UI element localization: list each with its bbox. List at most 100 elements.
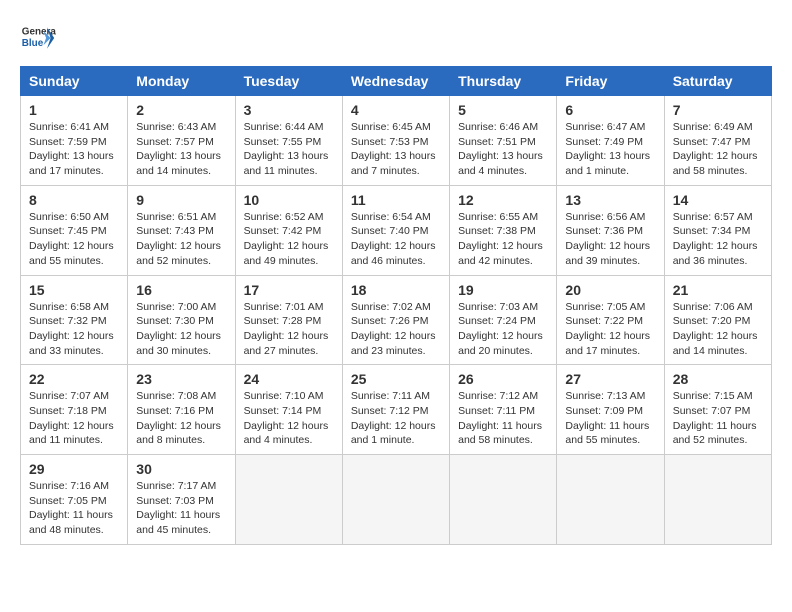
day-cell: 13Sunrise: 6:56 AM Sunset: 7:36 PM Dayli… <box>557 185 664 275</box>
day-cell: 17 Sunrise: 7:01 AM Sunset: 7:28 PM Dayli… <box>235 275 342 365</box>
day-number: 20 <box>565 282 655 298</box>
day-cell <box>664 455 771 545</box>
day-cell: 11 Sunrise: 6:54 AM Sunset: 7:40 PM Dayli… <box>342 185 449 275</box>
day-cell: 22 Sunrise: 7:07 AM Sunset: 7:18 PM Dayli… <box>21 365 128 455</box>
day-number: 16 <box>136 282 226 298</box>
week-row-3: 22 Sunrise: 7:07 AM Sunset: 7:18 PM Dayli… <box>21 365 772 455</box>
col-header-monday: Monday <box>128 67 235 96</box>
day-cell: 4 Sunrise: 6:45 AM Sunset: 7:53 PM Daylig… <box>342 96 449 186</box>
day-info: Sunrise: 7:02 AM Sunset: 7:26 PM Dayligh… <box>351 300 441 359</box>
day-cell: 12 Sunrise: 6:55 AM Sunset: 7:38 PM Dayli… <box>450 185 557 275</box>
day-info: Sunrise: 7:06 AM Sunset: 7:20 PM Dayligh… <box>673 300 763 359</box>
page-header: General Blue <box>20 20 772 56</box>
day-number: 26 <box>458 371 548 387</box>
day-number: 12 <box>458 192 548 208</box>
day-number: 7 <box>673 102 763 118</box>
day-info: Sunrise: 6:43 AM Sunset: 7:57 PM Dayligh… <box>136 120 226 179</box>
day-cell: 25 Sunrise: 7:11 AM Sunset: 7:12 PM Dayli… <box>342 365 449 455</box>
day-info: Sunrise: 7:15 AM Sunset: 7:07 PM Dayligh… <box>673 389 763 448</box>
day-info: Sunrise: 7:10 AM Sunset: 7:14 PM Dayligh… <box>244 389 334 448</box>
day-info: Sunrise: 7:00 AM Sunset: 7:30 PM Dayligh… <box>136 300 226 359</box>
day-cell: 5 Sunrise: 6:46 AM Sunset: 7:51 PM Daylig… <box>450 96 557 186</box>
day-info: Sunrise: 7:03 AM Sunset: 7:24 PM Dayligh… <box>458 300 548 359</box>
day-cell: 24Sunrise: 7:10 AM Sunset: 7:14 PM Dayli… <box>235 365 342 455</box>
calendar-table: SundayMondayTuesdayWednesdayThursdayFrid… <box>20 66 772 545</box>
day-info: Sunrise: 7:07 AM Sunset: 7:18 PM Dayligh… <box>29 389 119 448</box>
day-info: Sunrise: 6:45 AM Sunset: 7:53 PM Dayligh… <box>351 120 441 179</box>
day-number: 25 <box>351 371 441 387</box>
day-info: Sunrise: 7:05 AM Sunset: 7:22 PM Dayligh… <box>565 300 655 359</box>
day-number: 27 <box>565 371 655 387</box>
day-info: Sunrise: 7:17 AM Sunset: 7:03 PM Dayligh… <box>136 479 226 538</box>
day-number: 6 <box>565 102 655 118</box>
day-number: 19 <box>458 282 548 298</box>
day-info: Sunrise: 6:50 AM Sunset: 7:45 PM Dayligh… <box>29 210 119 269</box>
day-number: 1 <box>29 102 119 118</box>
day-cell: 16 Sunrise: 7:00 AM Sunset: 7:30 PM Dayli… <box>128 275 235 365</box>
day-info: Sunrise: 6:44 AM Sunset: 7:55 PM Dayligh… <box>244 120 334 179</box>
day-info: Sunrise: 6:56 AM Sunset: 7:36 PM Dayligh… <box>565 210 655 269</box>
day-info: Sunrise: 6:49 AM Sunset: 7:47 PM Dayligh… <box>673 120 763 179</box>
col-header-thursday: Thursday <box>450 67 557 96</box>
day-info: Sunrise: 6:55 AM Sunset: 7:38 PM Dayligh… <box>458 210 548 269</box>
day-cell: 2 Sunrise: 6:43 AM Sunset: 7:57 PM Daylig… <box>128 96 235 186</box>
svg-text:Blue: Blue <box>22 38 44 49</box>
day-info: Sunrise: 6:41 AM Sunset: 7:59 PM Dayligh… <box>29 120 119 179</box>
week-row-0: 1 Sunrise: 6:41 AM Sunset: 7:59 PM Daylig… <box>21 96 772 186</box>
logo-icon: General Blue <box>20 20 56 56</box>
day-number: 21 <box>673 282 763 298</box>
day-cell: 9 Sunrise: 6:51 AM Sunset: 7:43 PM Daylig… <box>128 185 235 275</box>
day-cell <box>450 455 557 545</box>
day-number: 9 <box>136 192 226 208</box>
day-cell: 18 Sunrise: 7:02 AM Sunset: 7:26 PM Dayli… <box>342 275 449 365</box>
day-info: Sunrise: 7:01 AM Sunset: 7:28 PM Dayligh… <box>244 300 334 359</box>
day-info: Sunrise: 7:16 AM Sunset: 7:05 PM Dayligh… <box>29 479 119 538</box>
day-cell: 10 Sunrise: 6:52 AM Sunset: 7:42 PM Dayli… <box>235 185 342 275</box>
day-number: 17 <box>244 282 334 298</box>
day-info: Sunrise: 6:51 AM Sunset: 7:43 PM Dayligh… <box>136 210 226 269</box>
day-cell: 6 Sunrise: 6:47 AM Sunset: 7:49 PM Daylig… <box>557 96 664 186</box>
day-info: Sunrise: 6:46 AM Sunset: 7:51 PM Dayligh… <box>458 120 548 179</box>
col-header-tuesday: Tuesday <box>235 67 342 96</box>
day-number: 10 <box>244 192 334 208</box>
day-cell: 14Sunrise: 6:57 AM Sunset: 7:34 PM Dayli… <box>664 185 771 275</box>
day-number: 15 <box>29 282 119 298</box>
day-info: Sunrise: 7:11 AM Sunset: 7:12 PM Dayligh… <box>351 389 441 448</box>
day-number: 23 <box>136 371 226 387</box>
day-cell: 26Sunrise: 7:12 AM Sunset: 7:11 PM Dayli… <box>450 365 557 455</box>
day-number: 3 <box>244 102 334 118</box>
day-cell: 8Sunrise: 6:50 AM Sunset: 7:45 PM Daylig… <box>21 185 128 275</box>
day-cell: 23 Sunrise: 7:08 AM Sunset: 7:16 PM Dayli… <box>128 365 235 455</box>
week-row-2: 15 Sunrise: 6:58 AM Sunset: 7:32 PM Dayli… <box>21 275 772 365</box>
day-info: Sunrise: 7:08 AM Sunset: 7:16 PM Dayligh… <box>136 389 226 448</box>
day-number: 28 <box>673 371 763 387</box>
day-number: 18 <box>351 282 441 298</box>
day-number: 2 <box>136 102 226 118</box>
day-cell <box>557 455 664 545</box>
day-info: Sunrise: 6:58 AM Sunset: 7:32 PM Dayligh… <box>29 300 119 359</box>
day-info: Sunrise: 6:57 AM Sunset: 7:34 PM Dayligh… <box>673 210 763 269</box>
day-number: 29 <box>29 461 119 477</box>
day-cell: 7 Sunrise: 6:49 AM Sunset: 7:47 PM Daylig… <box>664 96 771 186</box>
day-number: 22 <box>29 371 119 387</box>
day-cell: 30 Sunrise: 7:17 AM Sunset: 7:03 PM Dayli… <box>128 455 235 545</box>
day-number: 11 <box>351 192 441 208</box>
week-row-1: 8Sunrise: 6:50 AM Sunset: 7:45 PM Daylig… <box>21 185 772 275</box>
header-row: SundayMondayTuesdayWednesdayThursdayFrid… <box>21 67 772 96</box>
day-info: Sunrise: 6:52 AM Sunset: 7:42 PM Dayligh… <box>244 210 334 269</box>
day-cell: 29 Sunrise: 7:16 AM Sunset: 7:05 PM Dayli… <box>21 455 128 545</box>
col-header-sunday: Sunday <box>21 67 128 96</box>
day-info: Sunrise: 6:54 AM Sunset: 7:40 PM Dayligh… <box>351 210 441 269</box>
day-number: 30 <box>136 461 226 477</box>
logo: General Blue <box>20 20 56 56</box>
col-header-wednesday: Wednesday <box>342 67 449 96</box>
day-cell: 28 Sunrise: 7:15 AM Sunset: 7:07 PM Dayli… <box>664 365 771 455</box>
day-cell: 15 Sunrise: 6:58 AM Sunset: 7:32 PM Dayli… <box>21 275 128 365</box>
day-info: Sunrise: 6:47 AM Sunset: 7:49 PM Dayligh… <box>565 120 655 179</box>
day-cell: 3 Sunrise: 6:44 AM Sunset: 7:55 PM Daylig… <box>235 96 342 186</box>
day-cell: 19 Sunrise: 7:03 AM Sunset: 7:24 PM Dayli… <box>450 275 557 365</box>
col-header-saturday: Saturday <box>664 67 771 96</box>
day-cell: 1 Sunrise: 6:41 AM Sunset: 7:59 PM Daylig… <box>21 96 128 186</box>
day-number: 5 <box>458 102 548 118</box>
day-number: 4 <box>351 102 441 118</box>
